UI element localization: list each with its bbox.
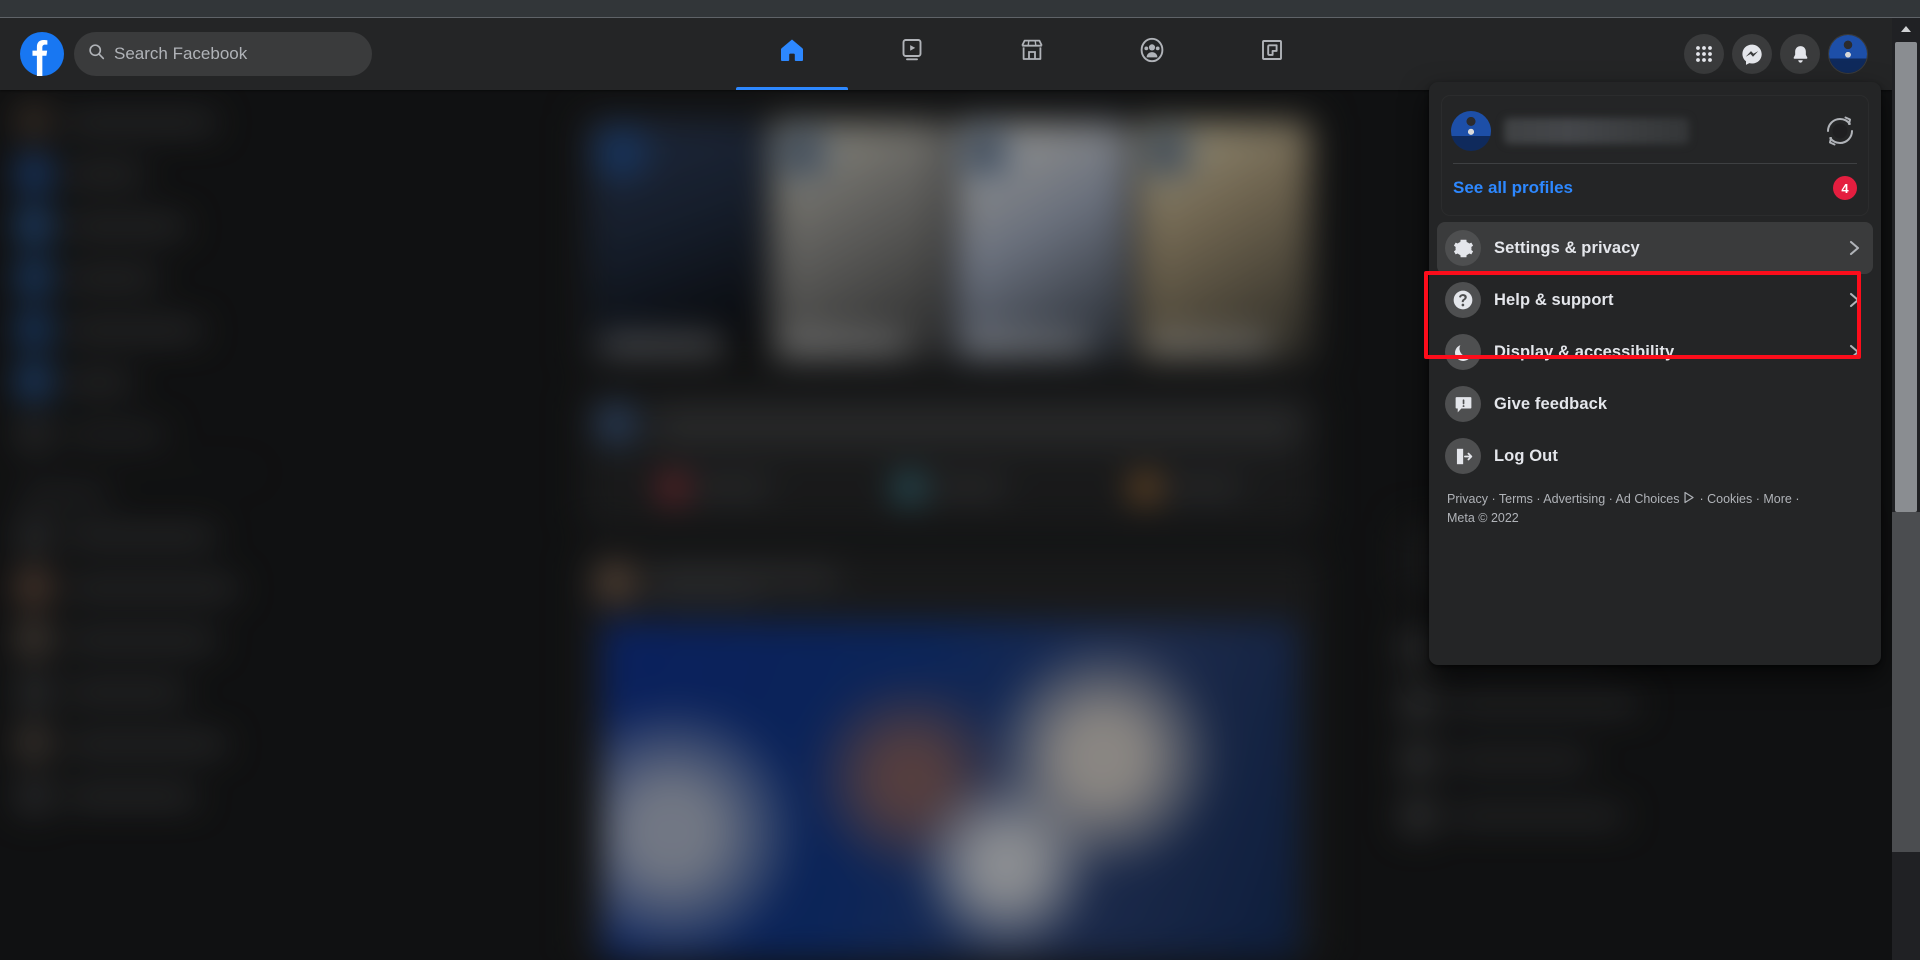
scrollbar-up-arrow[interactable] [1892, 18, 1920, 40]
ad-choices-icon [1683, 491, 1696, 509]
avatar[interactable] [1828, 34, 1868, 74]
account-dropdown-menu: See all profiles 4 Settings & privacy He… [1429, 82, 1881, 665]
nav-tab-marketplace[interactable] [976, 18, 1088, 90]
dropdown-menu-list: Settings & privacy Help & support Displa… [1437, 222, 1873, 482]
browser-chrome-strip [0, 0, 1920, 18]
feedback-icon [1445, 386, 1481, 422]
grid-menu-icon[interactable] [1684, 34, 1724, 74]
logout-icon [1445, 438, 1481, 474]
menu-item-display-accessibility[interactable]: Display & accessibility [1437, 326, 1873, 378]
gear-icon [1445, 230, 1481, 266]
menu-item-help-support[interactable]: Help & support [1437, 274, 1873, 326]
footer-links-line1[interactable]: Privacy · Terms · Advertising · Ad Choic… [1447, 492, 1679, 506]
facebook-logo[interactable] [20, 32, 64, 76]
store-icon [1018, 36, 1046, 69]
menu-item-label: Log Out [1494, 446, 1558, 465]
facebook-page: Search Facebook See all profiles 4 Setti… [0, 18, 1920, 960]
chevron-right-icon [1844, 290, 1864, 310]
profile-card[interactable]: See all profiles 4 [1441, 95, 1869, 216]
profile-name [1504, 118, 1689, 144]
menu-item-label: Settings & privacy [1494, 238, 1640, 257]
topbar-nav-tabs [380, 18, 1684, 90]
profile-row[interactable] [1451, 105, 1859, 157]
switch-profile-icon[interactable] [1821, 112, 1859, 150]
footer-links-line1-tail[interactable]: · Cookies · [1699, 492, 1759, 506]
top-navigation-bar: Search Facebook [0, 18, 1892, 90]
video-icon [898, 36, 926, 69]
groups-icon [1138, 36, 1166, 69]
profile-avatar [1451, 111, 1491, 151]
search-placeholder: Search Facebook [114, 44, 248, 63]
nav-tab-gaming[interactable] [1216, 18, 1328, 90]
home-icon [778, 36, 806, 69]
menu-item-label: Help & support [1494, 290, 1614, 309]
chevron-right-icon [1844, 342, 1864, 362]
question-icon [1445, 282, 1481, 318]
see-all-profiles-row[interactable]: See all profiles 4 [1451, 164, 1859, 212]
chevron-right-icon [1844, 238, 1864, 258]
search-icon [88, 43, 105, 65]
page-scrollbar[interactable] [1892, 18, 1920, 960]
menu-item-settings-privacy[interactable]: Settings & privacy [1437, 222, 1873, 274]
nav-tab-watch[interactable] [856, 18, 968, 90]
menu-item-log-out[interactable]: Log Out [1437, 430, 1873, 482]
search-input[interactable]: Search Facebook [74, 32, 372, 76]
gaming-icon [1258, 36, 1286, 69]
nav-tab-groups[interactable] [1096, 18, 1208, 90]
dropdown-footer: Privacy · Terms · Advertising · Ad Choic… [1437, 482, 1837, 527]
scrollbar-track[interactable] [1892, 512, 1920, 852]
see-all-profiles-link[interactable]: See all profiles [1453, 178, 1573, 198]
menu-item-give-feedback[interactable]: Give feedback [1437, 378, 1873, 430]
bell-icon[interactable] [1780, 34, 1820, 74]
status-badge: 4 [1833, 176, 1857, 200]
nav-tab-home[interactable] [736, 18, 848, 90]
messenger-icon[interactable] [1732, 34, 1772, 74]
moon-icon [1445, 334, 1481, 370]
active-tab-underline [736, 87, 848, 90]
topbar-action-group [1684, 34, 1892, 74]
topbar-left-group: Search Facebook [0, 32, 380, 76]
menu-item-label: Display & accessibility [1494, 342, 1675, 361]
menu-item-label: Give feedback [1494, 394, 1608, 413]
scrollbar-thumb[interactable] [1895, 42, 1917, 512]
